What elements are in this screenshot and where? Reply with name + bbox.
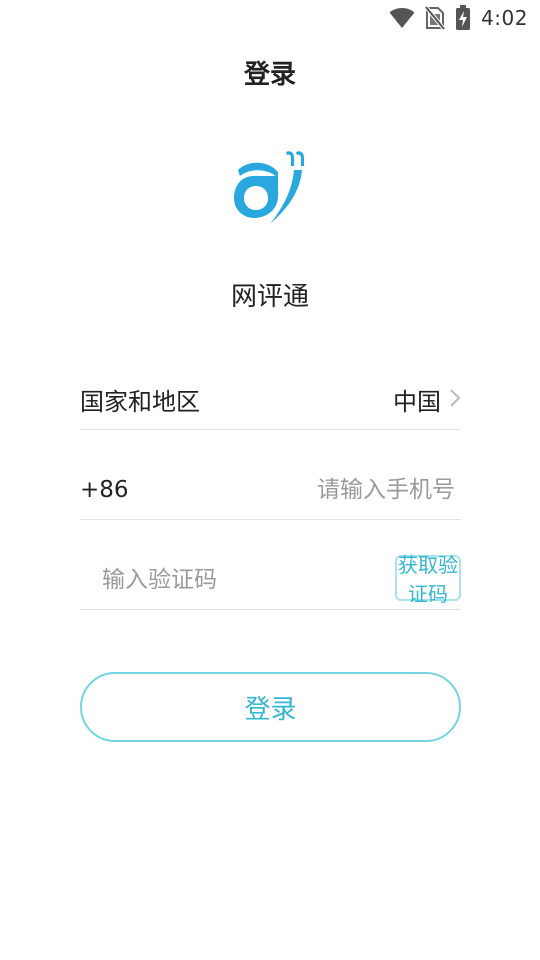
phone-prefix[interactable]: +86 xyxy=(80,477,160,503)
app-logo-icon xyxy=(230,146,310,228)
wifi-icon xyxy=(389,7,415,29)
status-bar: 4:02 xyxy=(0,0,540,36)
get-code-button[interactable]: 获取验证码 xyxy=(395,553,461,606)
region-selector[interactable]: 国家和地区 中国 xyxy=(80,370,461,430)
verification-code-input[interactable] xyxy=(80,566,395,593)
login-screen: 4:02 登录 网评通 国家和地区 中国 +86 请输入手机号 输入验证码 获取… xyxy=(0,0,540,960)
code-row: 获取验证码 xyxy=(80,550,461,610)
no-sim-icon xyxy=(425,6,446,30)
region-value: 中国 xyxy=(393,388,441,416)
login-button[interactable]: 登录 xyxy=(80,672,461,742)
battery-charging-icon xyxy=(455,5,471,31)
chevron-right-icon xyxy=(449,388,461,412)
status-time: 4:02 xyxy=(481,6,528,30)
phone-row: +86 xyxy=(80,460,461,520)
region-label: 国家和地区 xyxy=(80,388,200,416)
page-title: 登录 xyxy=(243,60,296,90)
region-value-group: 中国 xyxy=(393,382,461,417)
app-name: 网评通 xyxy=(230,282,309,312)
phone-input[interactable] xyxy=(160,476,461,503)
